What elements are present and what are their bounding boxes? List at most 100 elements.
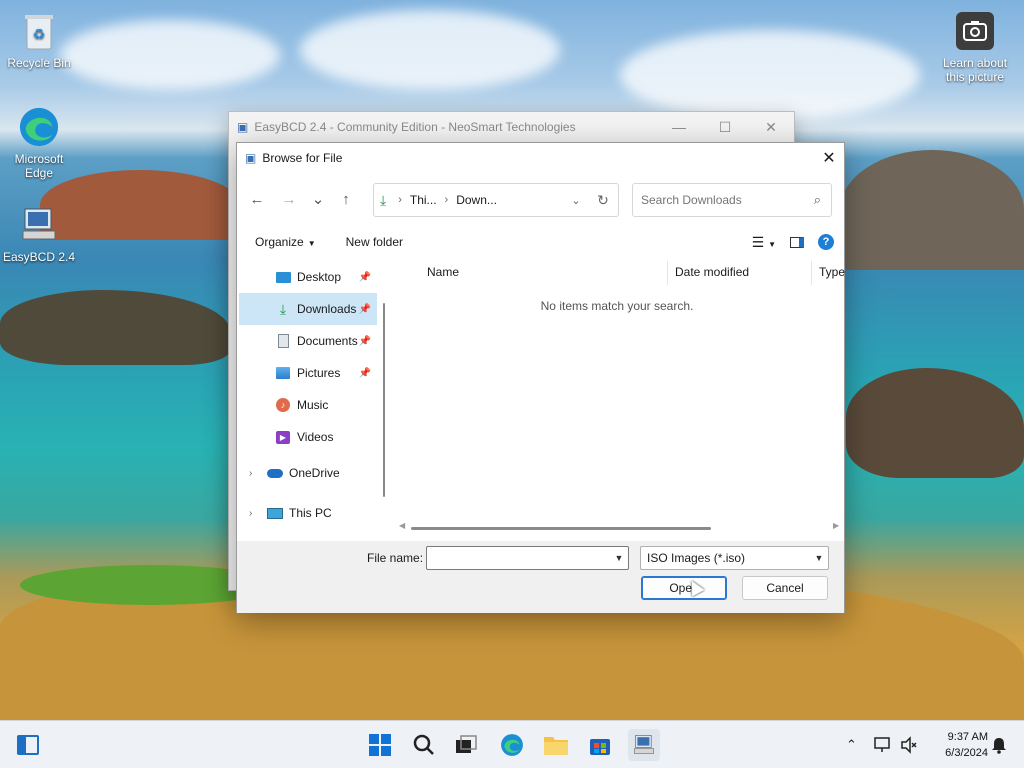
horizontal-scrollbar[interactable] [411,527,711,530]
desktop-icon-easybcd[interactable]: EasyBCD 2.4 [2,204,76,264]
nav-item-music[interactable]: ♪ Music [239,389,377,421]
view-options-icon[interactable]: ☰ ▼ [752,234,776,251]
file-type-select[interactable]: ISO Images (*.iso) ▼ [640,546,829,570]
column-header-name[interactable]: Name [427,261,459,283]
breadcrumb-separator-icon: › [398,194,402,206]
open-button[interactable]: Open [641,576,727,600]
pin-icon: 📌 [358,303,371,315]
expand-chevron-icon[interactable]: › [249,508,252,519]
nav-item-label: Desktop [297,270,342,284]
edge-icon[interactable] [496,729,528,761]
file-name-input[interactable] [427,548,607,568]
dialog-app-icon: ▣ [245,151,257,165]
organize-button[interactable]: Organize ▼ [237,235,328,249]
notification-bell-icon[interactable] [990,721,1008,768]
dialog-footer: File name: ▼ ISO Images (*.iso) ▼ Open C… [237,541,844,613]
scroll-left-icon[interactable]: ◀ [399,521,405,530]
document-icon [275,333,291,349]
chevron-down-icon[interactable]: ▼ [610,553,628,563]
maximize-button[interactable]: ☐ [702,119,748,136]
pictures-icon [275,365,291,381]
start-icon[interactable] [364,729,396,761]
desktop-icon-label: Recycle Bin [7,56,71,70]
back-button[interactable]: ← [241,184,273,214]
desktop-icon-label: Learn about this picture [942,56,1008,84]
search-icon[interactable] [408,729,440,761]
taskbar: ⌃ 9:37 AM 6/3/2024 [0,720,1024,768]
up-button[interactable]: ↑ [331,184,361,214]
address-bar[interactable]: ⤓ › Thi... › Down... ⌄ ↻ [373,183,619,217]
cancel-button[interactable]: Cancel [742,576,828,600]
dialog-titlebar[interactable]: ▣ Browse for File ✕ [237,143,844,173]
column-divider[interactable] [811,261,812,285]
empty-message: No items match your search. [540,299,694,313]
easybcd-titlebar[interactable]: ▣ EasyBCD 2.4 - Community Edition - NeoS… [229,112,794,142]
nav-item-label: OneDrive [289,466,340,480]
pin-icon: 📌 [358,367,371,379]
computer-icon [267,505,283,521]
desktop-icon-learn-picture[interactable]: Learn about this picture [938,10,1012,84]
file-explorer-icon[interactable] [540,729,572,761]
file-name-combobox[interactable]: ▼ [426,546,629,570]
breadcrumb-this-pc[interactable]: Thi... [410,193,437,207]
search-input[interactable] [641,193,801,207]
nav-item-label: Music [297,398,329,412]
desktop-icon-edge[interactable]: Microsoft Edge [2,106,76,180]
organize-label: Organize [255,235,304,249]
browse-for-file-dialog[interactable]: ▣ Browse for File ✕ ← → ⌄ ↑ ⤓ › Thi... ›… [236,142,845,613]
column-divider[interactable] [667,261,668,285]
file-list[interactable]: Name Date modified Type No items match y… [391,261,845,541]
breadcrumb-downloads[interactable]: Down... [456,193,497,207]
edge-icon [18,106,60,148]
navigation-pane: Desktop 📌 ⤓ Downloads 📌 Documents 📌 Pict… [239,261,377,539]
help-icon[interactable]: ? [818,234,834,250]
nav-item-downloads[interactable]: ⤓ Downloads 📌 [239,293,377,325]
close-button[interactable]: ✕ [748,119,794,136]
svg-text:♻: ♻ [33,27,46,43]
search-box[interactable]: ⌕ [632,183,832,217]
chevron-down-icon: ▼ [307,239,316,248]
column-header-type[interactable]: Type [819,261,845,283]
nav-item-documents[interactable]: Documents 📌 [239,325,377,357]
system-clock[interactable]: 9:37 AM 6/3/2024 [926,729,988,761]
column-header-date-modified[interactable]: Date modified [675,261,749,283]
nav-item-pictures[interactable]: Pictures 📌 [239,357,377,389]
volume-mute-icon[interactable] [900,721,918,768]
music-icon: ♪ [275,397,291,413]
breadcrumb-separator-icon: › [444,194,449,206]
search-icon[interactable]: ⌕ [814,192,821,208]
easybcd-window-title: EasyBCD 2.4 - Community Edition - NeoSma… [254,120,576,134]
nav-pane-scrollbar[interactable] [383,303,385,497]
nav-item-desktop[interactable]: Desktop 📌 [239,261,377,293]
recent-locations-button[interactable]: ⌄ [305,184,331,214]
forward-button[interactable]: → [273,184,305,214]
nav-item-label: Documents [297,334,358,348]
dialog-title: Browse for File [262,151,343,165]
download-icon: ⤓ [279,300,287,317]
expand-chevron-icon[interactable]: › [249,468,252,479]
pin-icon: 📌 [358,335,371,347]
minimize-button[interactable]: — [656,119,702,136]
nav-item-onedrive[interactable]: › OneDrive [239,453,377,493]
desktop-icon-recycle-bin[interactable]: ♻ Recycle Bin [2,10,76,70]
task-view-icon[interactable] [450,729,482,761]
easybcd-icon [18,204,60,246]
widgets-icon[interactable] [12,729,44,761]
address-dropdown-icon[interactable]: ⌄ [564,194,588,207]
easybcd-app-icon: ▣ [237,120,249,134]
new-folder-button[interactable]: New folder [328,235,415,249]
store-icon[interactable] [584,729,616,761]
cloud [620,30,920,120]
nav-item-this-pc[interactable]: › This PC [239,493,377,533]
dialog-close-button[interactable]: ✕ [814,148,844,168]
nav-item-label: Downloads [297,302,357,316]
show-hidden-icons-icon[interactable]: ⌃ [846,721,857,768]
desktop-icon-label: Microsoft Edge [14,152,64,180]
preview-pane-icon[interactable] [790,236,804,248]
network-icon[interactable] [872,721,892,768]
refresh-icon[interactable]: ↻ [588,192,618,209]
scroll-right-icon[interactable]: ▶ [833,521,839,530]
nav-item-videos[interactable]: ▶ Videos [239,421,377,453]
easybcd-taskbar-icon[interactable] [628,729,660,761]
rock-cliff [846,368,1024,478]
